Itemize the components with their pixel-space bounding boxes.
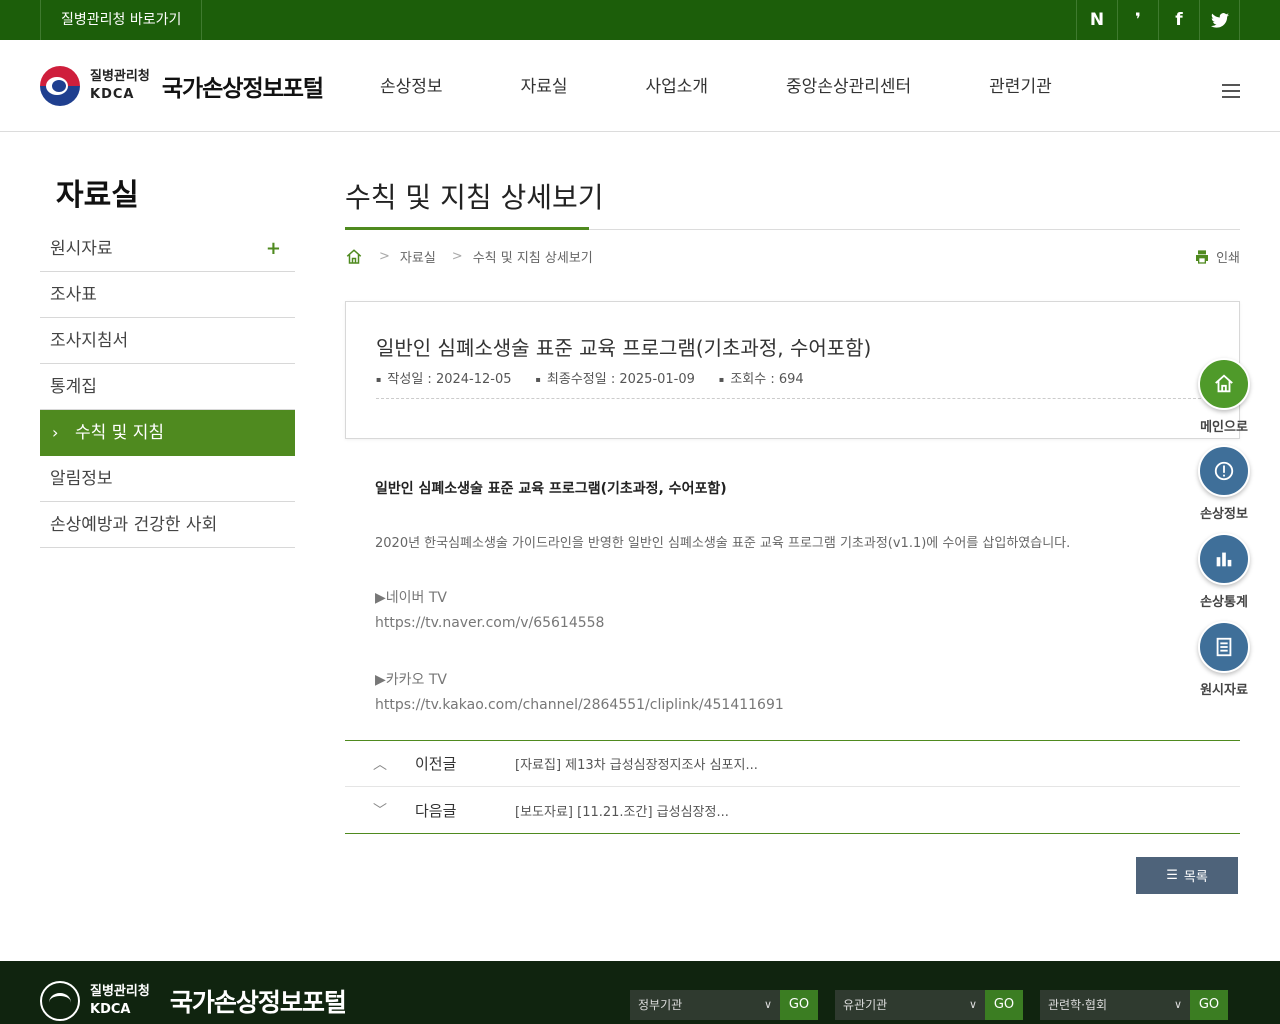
top-utility-bar: 질병관리청 바로가기 N ❜ f [0,0,1280,40]
title-underline [345,227,589,230]
sidebar-title: 자료실 [56,178,139,213]
kakao-tv-link[interactable]: https://tv.kakao.com/channel/2864551/cli… [375,697,1155,713]
post-view-count: 조회수 : 694 [719,368,803,387]
next-post-row[interactable]: ﹀ 다음글 [보도자료] [11.21.조간] 급성심장정... [345,787,1240,833]
sidebar-item-prevention[interactable]: 손상예방과 건강한 사회 [40,502,295,548]
naver-tv-link[interactable]: https://tv.naver.com/v/65614558 [375,615,1155,631]
sidebar-nav: 원시자료 + 조사표 조사지침서 통계집 › 수칙 및 지침 알림정보 손상예방… [40,226,295,548]
footer-select-gov: 정부기관 ∨ GO [630,990,818,1020]
post-title: 일반인 심폐소생술 표준 교육 프로그램(기초과정, 수어포함) [376,336,872,360]
footer-portal-name: 국가손상정보포털 [169,988,347,1017]
quick-raw-data[interactable]: 원시자료 [1197,621,1251,698]
sidebar-item-notice[interactable]: 알림정보 [40,456,295,502]
chevron-up-icon: ︿ [373,756,387,773]
chevron-down-icon: ∨ [763,998,772,1011]
gnb-item-business[interactable]: 사업소개 [645,72,708,97]
prev-post-label: 이전글 [415,755,457,773]
chevron-down-icon: ﹀ [373,803,387,819]
footer-select-related: 유관기관 ∨ GO [835,990,1023,1020]
kakao-tv-label: ▶카카오 TV [375,672,447,688]
gov-select[interactable]: 정부기관 ∨ [630,990,780,1020]
post-header: 일반인 심폐소생술 표준 교육 프로그램(기초과정, 수어포함) 작성일 : 2… [345,301,1240,439]
post-navigation: ︿ 이전글 [자료집] 제13차 급성심장정지조사 심포지... ﹀ 다음글 [… [345,740,1240,834]
sidebar-item-guidelines[interactable]: › 수칙 및 지침 [40,410,295,456]
body-text: 2020년 한국심폐소생술 가이드라인을 반영한 일반인 심폐소생술 표준 교육… [375,536,1071,551]
breadcrumb: > 자료실 > 수칙 및 지침 상세보기 [345,247,593,266]
org-name: 질병관리청 [90,69,150,84]
home-icon[interactable] [345,248,363,266]
footer-org-abbr: KDCA [90,1002,131,1017]
gnb-item-injury-info[interactable]: 손상정보 [380,72,443,97]
next-post-title[interactable]: [보도자료] [11.21.조간] 급성심장정... [515,801,729,820]
breadcrumb-item-archive[interactable]: 자료실 [400,247,436,266]
list-icon: ☰ [1166,868,1178,883]
sidebar-item-raw-data[interactable]: 원시자료 + [40,226,295,272]
post-created-date: 작성일 : 2024-12-05 [376,368,511,387]
kdca-emblem-icon [40,66,80,106]
prev-post-row[interactable]: ︿ 이전글 [자료집] 제13차 급성심장정지조사 심포지... [345,741,1240,787]
kdca-shortcut-link[interactable]: 질병관리청 바로가기 [40,0,203,40]
gnb-item-archive[interactable]: 자료실 [521,72,568,97]
footer-logo: 질병관리청 KDCA 국가손상정보포털 [40,981,347,1021]
gov-go-button[interactable]: GO [780,990,818,1020]
post-meta: 작성일 : 2024-12-05 최종수정일 : 2025-01-09 조회수 … [376,368,828,387]
print-button[interactable]: 인쇄 [1194,247,1240,266]
page-title: 수칙 및 지침 상세보기 [345,181,604,214]
kdca-emblem-icon [40,981,80,1021]
site-header: 질병관리청 KDCA 국가손상정보포털 손상정보 자료실 사업소개 중앙손상관리… [0,40,1280,132]
naver-tv-label: ▶네이버 TV [375,590,447,606]
sidebar-item-guidebook[interactable]: 조사지침서 [40,318,295,364]
home-icon[interactable] [1198,358,1250,410]
gnb-item-center[interactable]: 중앙손상관리센터 [786,72,911,97]
quick-injury-stats[interactable]: 손상통계 [1197,533,1251,610]
portal-name: 국가손상정보포털 [161,76,324,102]
post-modified-date: 최종수정일 : 2025-01-09 [536,368,695,387]
chevron-down-icon: ∨ [968,998,977,1011]
menu-icon[interactable] [1222,84,1240,98]
plus-icon[interactable]: + [266,226,281,272]
quick-main[interactable]: 메인으로 [1197,358,1251,435]
alert-icon[interactable] [1198,445,1250,497]
next-post-label: 다음글 [415,801,457,820]
sidebar-item-survey[interactable]: 조사표 [40,272,295,318]
twitter-icon[interactable] [1199,0,1240,40]
global-nav: 손상정보 자료실 사업소개 중앙손상관리센터 관련기관 [380,72,1130,97]
chevron-down-icon: ∨ [1173,998,1182,1011]
meta-divider [376,398,1211,399]
footer-org-name: 질병관리청 [90,984,150,999]
sns-links: N ❜ f [1076,0,1240,40]
kakao-icon[interactable]: ❜ [1117,0,1158,40]
related-go-button[interactable]: GO [985,990,1023,1020]
breadcrumb-separator: > [451,249,463,264]
chevron-right-icon: › [52,423,59,442]
gnb-item-related[interactable]: 관련기관 [989,72,1052,97]
related-select[interactable]: 유관기관 ∨ [835,990,985,1020]
quick-injury-info[interactable]: 손상정보 [1197,445,1251,522]
body-title: 일반인 심폐소생술 표준 교육 프로그램(기초과정, 수어포함) [375,481,727,497]
academic-go-button[interactable]: GO [1190,990,1228,1020]
printer-icon [1196,249,1209,264]
breadcrumb-item-current: 수칙 및 지침 상세보기 [472,251,593,266]
footer-select-academic: 관련학·협회 ∨ GO [1040,990,1228,1020]
academic-select[interactable]: 관련학·협회 ∨ [1040,990,1190,1020]
site-logo[interactable]: 질병관리청 KDCA 국가손상정보포털 [40,66,324,106]
facebook-icon[interactable]: f [1158,0,1199,40]
post-body: 일반인 심폐소생술 표준 교육 프로그램(기초과정, 수어포함) 2020년 한… [375,478,1155,751]
prev-post-title[interactable]: [자료집] 제13차 급성심장정지조사 심포지... [515,754,758,773]
sidebar-item-statistics[interactable]: 통계집 [40,364,295,410]
site-footer: 질병관리청 KDCA 국가손상정보포털 정부기관 ∨ GO 유관기관 ∨ GO 관련… [0,961,1280,1024]
bar-chart-icon[interactable] [1198,533,1250,585]
naver-icon[interactable]: N [1076,0,1117,40]
list-button[interactable]: ☰ 목록 [1136,857,1238,894]
org-abbr: KDCA [90,87,135,102]
document-icon[interactable] [1198,621,1250,673]
breadcrumb-separator: > [379,249,390,264]
